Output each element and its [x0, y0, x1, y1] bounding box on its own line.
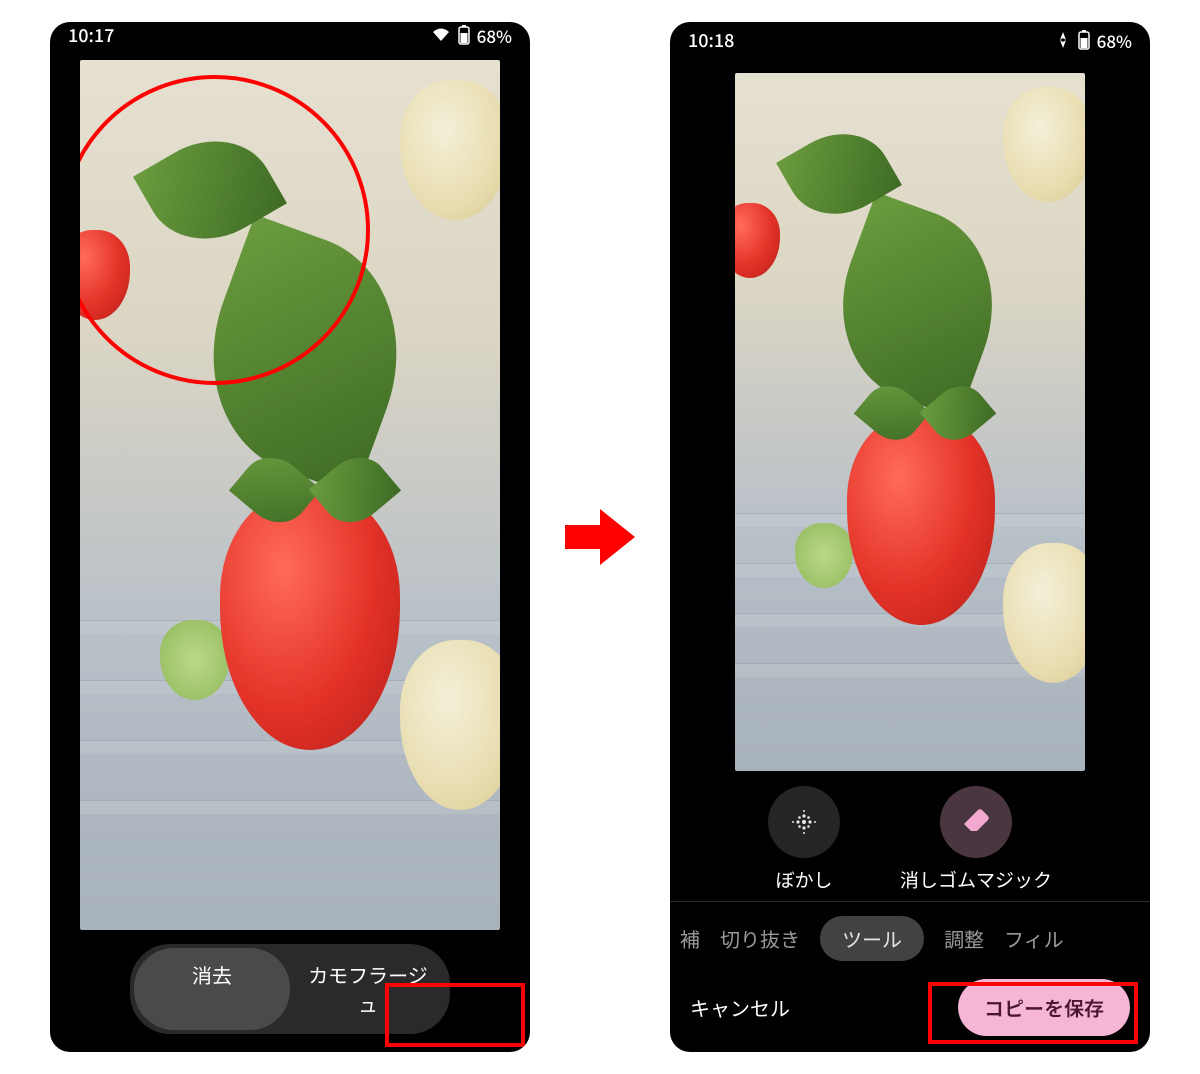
tabs-row[interactable]: 補 切り抜き ツール 調整 フィル	[670, 901, 1150, 975]
camouflage-pill[interactable]: カモフラージュ	[290, 948, 446, 1030]
wifi-icon	[431, 27, 451, 43]
bottom-controls: 消去 カモフラージュ リセット 完了	[50, 930, 530, 1052]
arrow-right-icon	[560, 497, 640, 577]
save-copy-button[interactable]: コピーを保存	[958, 979, 1130, 1036]
blur-tool[interactable]: ぼかし	[768, 786, 840, 893]
phone-right: 10:18 68%	[670, 22, 1150, 1052]
photo-area[interactable]	[50, 48, 530, 930]
blur-label: ぼかし	[775, 866, 832, 893]
status-bar: 10:17 68%	[50, 22, 530, 48]
status-icons: 68%	[431, 23, 512, 48]
tab-filter[interactable]: フィル	[1004, 924, 1064, 953]
action-row: キャンセル コピーを保存	[670, 975, 1150, 1036]
status-time: 10:18	[688, 27, 734, 53]
eraser-label: 消しゴムマジック	[900, 866, 1052, 893]
tab-crop[interactable]: 切り抜き	[720, 924, 800, 953]
status-bar: 10:18 68%	[670, 22, 1150, 58]
eraser-tool[interactable]: 消しゴムマジック	[900, 786, 1052, 893]
blur-icon	[768, 786, 840, 858]
bottom-controls: ぼかし 消しゴムマジック 補 切り抜き ツール 調整 フィル キャンセル コピー…	[670, 778, 1150, 1052]
cancel-button[interactable]: キャンセル	[690, 993, 790, 1022]
status-time: 10:17	[68, 22, 114, 48]
battery-icon	[457, 25, 471, 45]
tab-tools[interactable]: ツール	[820, 916, 924, 961]
photo-preview	[735, 73, 1085, 771]
mode-pill-group: 消去 カモフラージュ	[130, 944, 450, 1034]
battery-icon	[1077, 30, 1091, 50]
erase-pill[interactable]: 消去	[134, 948, 290, 1030]
nav-icon	[1055, 32, 1071, 48]
phone-left: 10:17 68% 消去 カモフラージュ	[50, 22, 530, 1052]
tab-adjust[interactable]: 調整	[944, 924, 984, 953]
status-icons: 68%	[1055, 28, 1132, 53]
tool-icons: ぼかし 消しゴムマジック	[670, 786, 1150, 893]
photo-area[interactable]	[670, 58, 1150, 778]
tab-partial-left[interactable]: 補	[680, 924, 700, 953]
status-battery: 68%	[1097, 28, 1132, 53]
status-battery: 68%	[477, 23, 512, 48]
photo-preview	[80, 60, 500, 930]
eraser-icon	[940, 786, 1012, 858]
